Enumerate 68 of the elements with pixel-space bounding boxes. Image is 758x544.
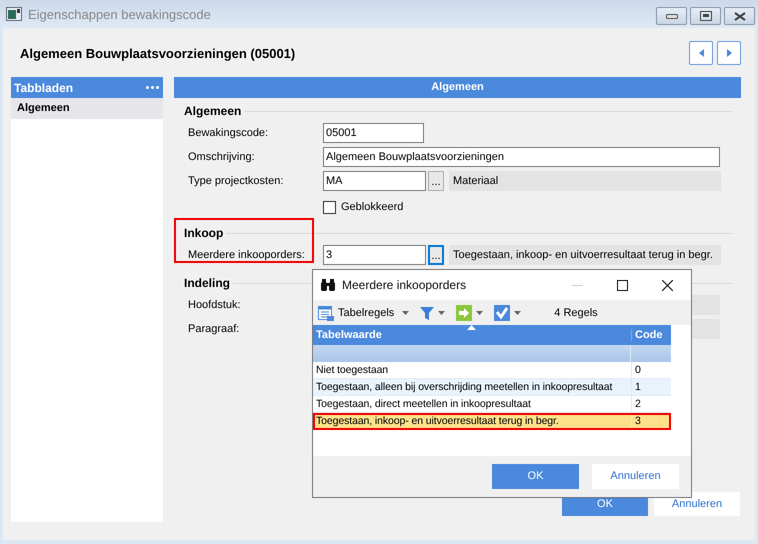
table-cell-text: Toegestaan, alleen bij overschrijding meetellen in inkoopresultaat <box>315 380 614 395</box>
table-cell: 1 <box>631 379 671 395</box>
minimize-icon <box>666 14 678 18</box>
maximize-icon[interactable] <box>617 280 628 290</box>
caret-icon <box>514 310 522 314</box>
table-cell: 3 <box>631 413 671 429</box>
lookup-button[interactable]: ... <box>428 171 444 191</box>
caret-icon <box>402 310 410 314</box>
window-title: Eigenschappen bewakingscode <box>28 6 212 22</box>
arrow-icon <box>456 304 472 320</box>
caret-icon <box>476 310 484 314</box>
description-field: Materiaal <box>449 171 721 191</box>
select-button[interactable] <box>494 304 522 320</box>
cancel-button[interactable]: Annuleren <box>592 464 679 489</box>
go-button[interactable] <box>456 304 484 320</box>
table-cell: 2 <box>631 396 671 412</box>
previous-button[interactable] <box>689 40 713 64</box>
table-rows-button[interactable]: Tabelregels <box>318 304 410 320</box>
table-icon <box>318 304 334 320</box>
column-header[interactable]: Code <box>631 329 671 341</box>
close-icon[interactable] <box>662 280 673 290</box>
record-heading: Algemeen Bouwplaatsvoorzieningen (05001) <box>20 46 296 61</box>
close-button[interactable] <box>724 7 755 25</box>
binoculars-icon <box>320 278 336 292</box>
table-row[interactable]: Toegestaan, alleen bij overschrijding meetellen in inkoopresultaat 1 <box>313 379 671 396</box>
table-row[interactable]: Toegestaan, inkoop- en uitvoerresultaat terug in begr. 3 <box>313 413 671 430</box>
field-label: Meerdere inkooporders: <box>188 249 306 261</box>
input-field[interactable]: Algemeen Bouwplaatsvoorzieningen <box>323 147 720 167</box>
section-title: Algemeen <box>184 104 242 118</box>
column-header[interactable]: Tabelwaarde <box>313 329 631 341</box>
maximize-icon <box>700 11 712 21</box>
table-cell-text: Toegestaan, inkoop- en uitvoerresultaat terug in begr. <box>315 414 560 429</box>
next-icon <box>726 48 732 56</box>
dialog-title: Meerdere inkooporders <box>342 278 468 292</box>
input-field[interactable]: 05001 <box>323 123 424 143</box>
caret-icon <box>438 310 446 314</box>
field-label: Type projectkosten: <box>188 175 284 187</box>
checkbox[interactable] <box>323 200 336 214</box>
table-row[interactable]: Toegestaan, direct meetellen in inkoopresultaat 2 <box>313 396 671 413</box>
close-icon <box>734 12 746 20</box>
table-cell-text: Niet toegestaan <box>315 363 390 378</box>
sidebar-item[interactable]: Algemeen <box>11 98 163 119</box>
checkbox-label: Geblokkeerd <box>341 201 404 213</box>
lookup-button[interactable]: ... <box>428 245 444 265</box>
table-cell: 0 <box>631 362 671 378</box>
minimize-button[interactable] <box>656 7 687 25</box>
input-field[interactable]: MA <box>323 171 426 191</box>
next-button[interactable] <box>717 40 741 64</box>
filter-button[interactable] <box>420 306 446 320</box>
filter-icon <box>420 306 434 320</box>
section-title: Inkoop <box>184 226 224 240</box>
table-row[interactable]: Niet toegestaan 0 <box>313 362 671 379</box>
input-field[interactable]: 3 <box>323 245 426 265</box>
field-label: Hoofdstuk: <box>188 299 242 311</box>
table-cell-text: Toegestaan, direct meetellen in inkoopresultaat <box>315 397 532 412</box>
sidebar-title: Tabbladen <box>14 80 74 94</box>
field-label: Omschrijving: <box>188 151 256 163</box>
row-count: 4 Regels <box>554 306 598 318</box>
checkmark-icon <box>494 304 510 320</box>
maximize-button[interactable] <box>690 7 721 25</box>
previous-icon <box>698 48 704 56</box>
app-icon <box>6 7 22 21</box>
section-title: Indeling <box>184 276 230 290</box>
more-icon[interactable] <box>146 86 159 89</box>
ok-button[interactable]: OK <box>492 464 579 489</box>
description-field: Toegestaan, inkoop- en uitvoerresultaat terug in begr. <box>449 245 721 265</box>
field-label: Bewakingscode: <box>188 127 270 139</box>
panel-header: Algemeen <box>174 77 741 98</box>
